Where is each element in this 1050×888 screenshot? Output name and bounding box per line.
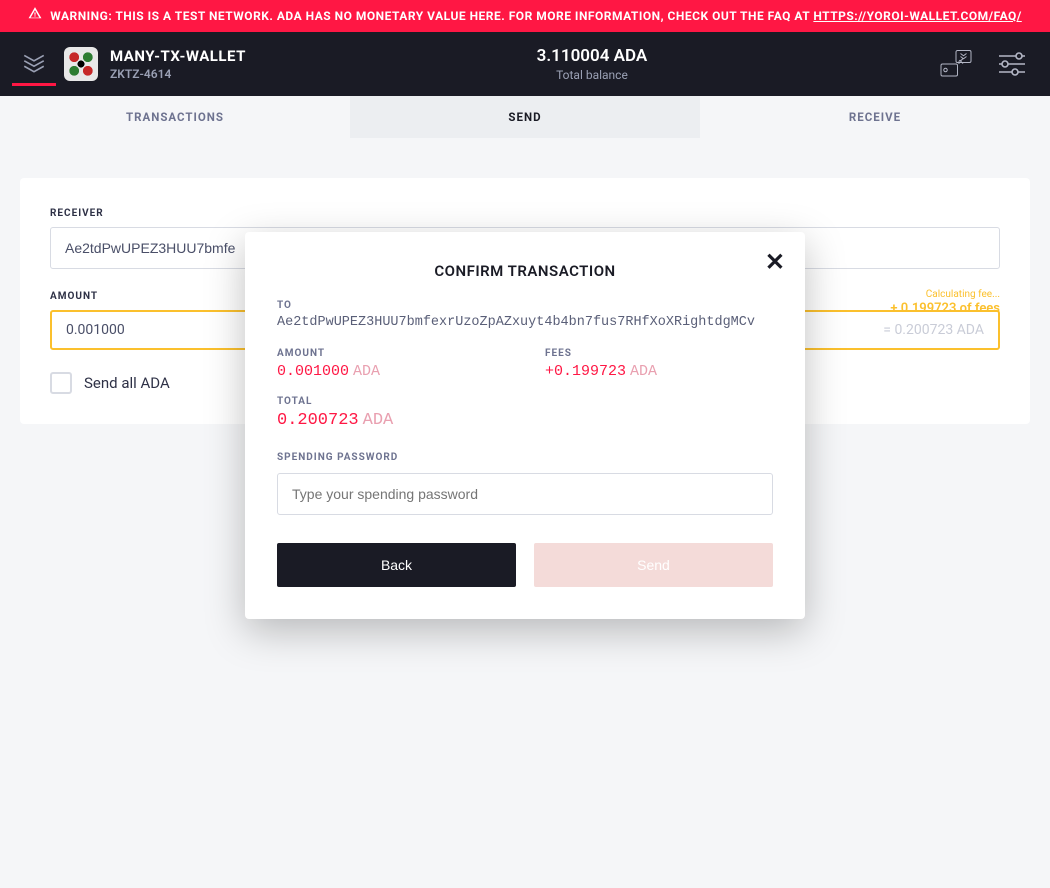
modal-fees-value: +0.199723ADA bbox=[545, 363, 773, 380]
spending-password-input[interactable] bbox=[277, 473, 773, 515]
confirm-transaction-modal: CONFIRM TRANSACTION ✕ TO Ae2tdPwUPEZ3HUU… bbox=[245, 232, 805, 619]
to-address: Ae2tdPwUPEZ3HUU7bmfexrUzoZpAZxuyt4b4bn7f… bbox=[277, 315, 773, 330]
modal-amount-label: AMOUNT bbox=[277, 348, 505, 359]
modal-total-value: 0.200723ADA bbox=[277, 411, 773, 430]
modal-total-label: TOTAL bbox=[277, 396, 773, 407]
close-icon[interactable]: ✕ bbox=[765, 250, 785, 274]
modal-amount-value: 0.001000ADA bbox=[277, 363, 505, 380]
modal-backdrop: CONFIRM TRANSACTION ✕ TO Ae2tdPwUPEZ3HUU… bbox=[0, 0, 1050, 888]
back-button[interactable]: Back bbox=[277, 543, 516, 587]
spending-password-label: SPENDING PASSWORD bbox=[277, 452, 773, 463]
modal-title: CONFIRM TRANSACTION bbox=[277, 262, 773, 280]
modal-fees-label: FEES bbox=[545, 348, 773, 359]
to-label: TO bbox=[277, 300, 773, 311]
send-button[interactable]: Send bbox=[534, 543, 773, 587]
